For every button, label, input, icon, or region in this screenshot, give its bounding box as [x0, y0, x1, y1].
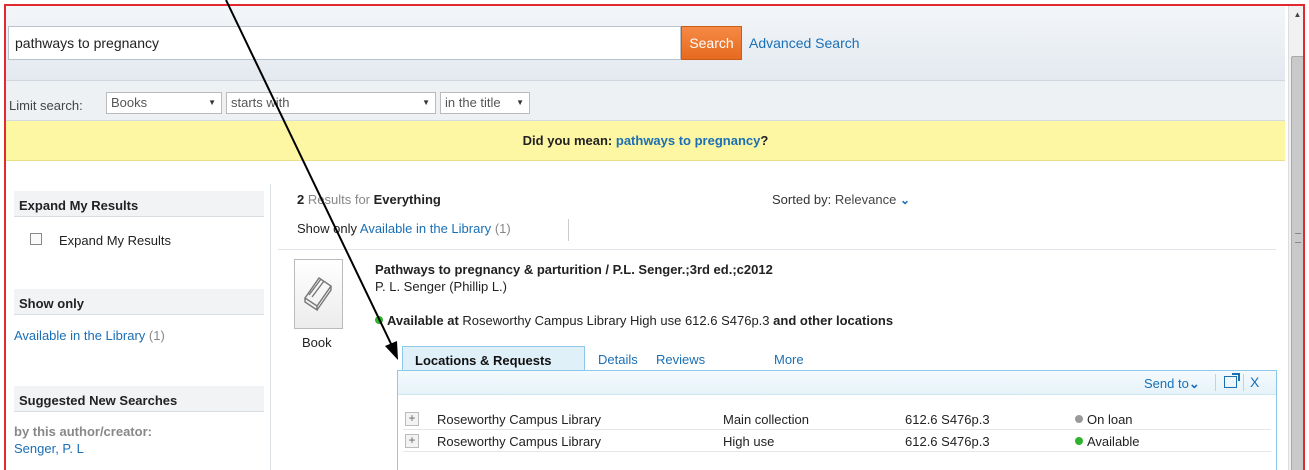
annotation-arrow-line: [225, 0, 394, 349]
annotation-arrow: [225, 0, 398, 360]
annotation-arrowhead: [385, 341, 398, 360]
